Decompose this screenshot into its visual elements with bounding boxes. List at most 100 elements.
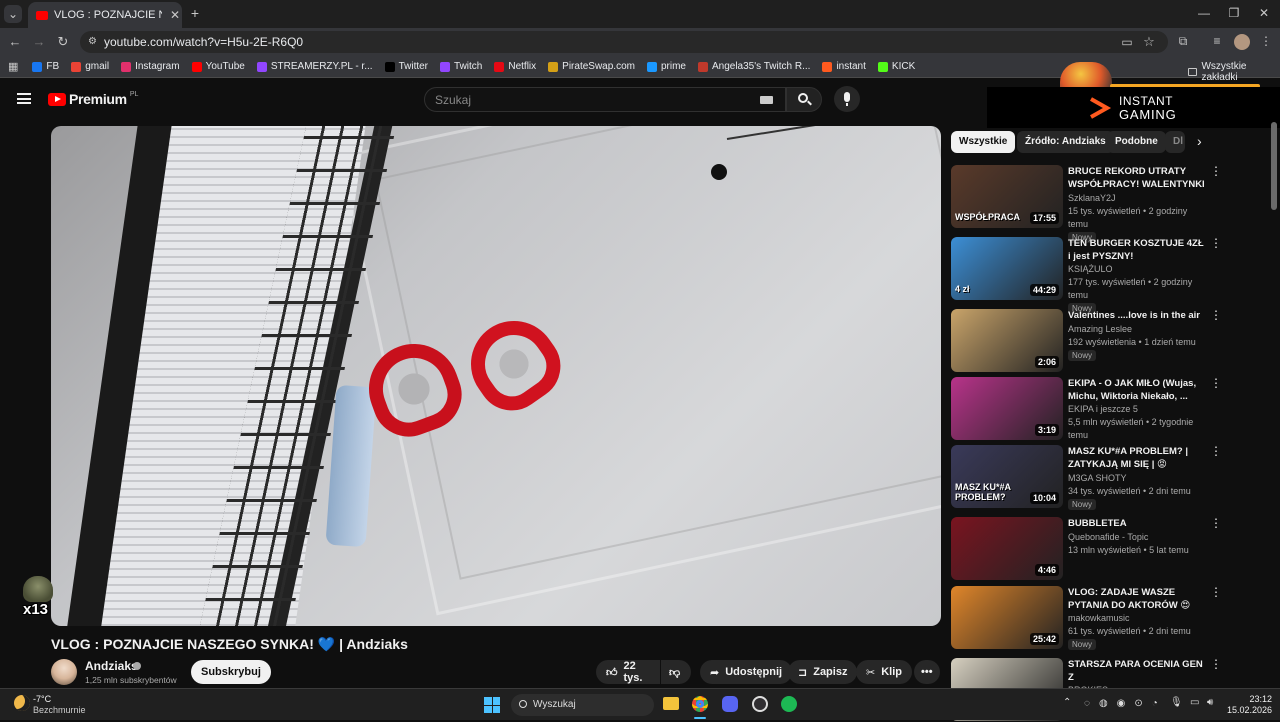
more-options-icon[interactable]: ⋮ — [1210, 165, 1222, 177]
video-title-link[interactable]: EKIPA - O JAK MIŁO (Wujas, Michu, Wiktor… — [1068, 378, 1208, 403]
reading-list-icon[interactable]: ≡ — [1210, 34, 1224, 48]
minimize-button[interactable]: — — [1196, 6, 1212, 20]
subscribe-button[interactable]: Subskrybuj — [191, 660, 271, 684]
spotify-icon[interactable] — [781, 696, 797, 712]
video-thumbnail[interactable]: MASZ KU*#A PROBLEM? 10:04 — [951, 445, 1063, 508]
share-button[interactable]: ➦ Udostępnij — [700, 660, 793, 684]
bookmark-item[interactable]: instant — [822, 61, 866, 72]
video-title-link[interactable]: BRUCE REKORD UTRATY WSPÓŁPRACY! WALENTYN… — [1068, 166, 1208, 192]
video-thumbnail[interactable]: 3:19 — [951, 377, 1063, 440]
channel-name[interactable]: M3GA SHOTY — [1068, 472, 1208, 485]
more-options-icon[interactable]: ⋮ — [1210, 658, 1222, 670]
video-thumbnail[interactable]: 4:46 — [951, 517, 1063, 580]
recommended-video[interactable]: 2:06 Valentines ....love is in the air Ama… — [951, 309, 1222, 373]
discord-icon[interactable] — [722, 696, 738, 712]
bookmark-item[interactable]: PirateSwap.com — [548, 61, 635, 72]
reload-icon[interactable]: ↻ — [56, 34, 70, 50]
channel-name[interactable]: Amazing Leslee — [1068, 323, 1208, 336]
video-title-link[interactable]: STARSZA PARA OCENIA GEN Z — [1068, 659, 1208, 684]
bookmark-item[interactable]: Twitch — [440, 61, 482, 72]
youtube-logo[interactable]: Premium PL — [48, 91, 138, 107]
channel-avatar[interactable] — [51, 659, 77, 685]
tab-search-button[interactable]: ⌄ — [4, 5, 22, 23]
more-options-icon[interactable]: ⋮ — [1210, 377, 1222, 389]
chip-more[interactable]: Dl — [1165, 131, 1185, 153]
clock-time[interactable]: 23:12 — [1232, 694, 1272, 704]
bookmark-item[interactable]: KICK — [877, 61, 915, 72]
video-title-link[interactable]: MASZ KU*#A PROBLEM? | ZATYKAJĄ MI SIĘ | … — [1068, 446, 1208, 472]
chip-source[interactable]: Źródło: Andziaks — [1017, 131, 1114, 153]
bookmark-item[interactable]: YouTube — [191, 61, 245, 72]
more-options-icon[interactable]: ⋮ — [1210, 517, 1222, 529]
channel-name[interactable]: Quebonafide - Topic — [1068, 531, 1208, 544]
video-thumbnail[interactable]: 2:06 — [951, 309, 1063, 372]
bookmark-item[interactable]: FB — [32, 61, 59, 72]
more-options-icon[interactable]: ⋮ — [1210, 309, 1222, 321]
bookmark-item[interactable]: Twitter — [384, 61, 428, 72]
forward-arrow-icon[interactable]: → — [32, 34, 46, 49]
channel-name[interactable]: Andziaks — [85, 659, 138, 673]
recommended-video[interactable]: 25:42 VLOG: ZADAJE WASZE PYTANIA DO AKTOR… — [951, 586, 1222, 650]
like-button[interactable]: 👍︎ 22 tys. — [596, 660, 660, 684]
more-actions-button[interactable]: ••• — [914, 660, 940, 684]
keyboard-icon[interactable] — [760, 96, 773, 104]
video-title-link[interactable]: BUBBLETEA — [1068, 518, 1208, 531]
save-button[interactable]: ⊐ Zapisz — [788, 660, 858, 684]
new-tab-button[interactable]: + — [188, 6, 202, 20]
obs-icon[interactable] — [752, 696, 768, 712]
video-thumbnail[interactable]: 4 zł 44:29 — [951, 237, 1063, 300]
channel-name[interactable]: makowkamusic — [1068, 612, 1208, 625]
page-scrollbar[interactable] — [1271, 122, 1277, 210]
voice-search-button[interactable] — [834, 86, 860, 112]
video-title-link[interactable]: VLOG: ZADAJE WASZE PYTANIA DO AKTORÓW 😍 — [1068, 587, 1208, 612]
bookmark-item[interactable]: STREAMERZY.PL - r... — [256, 61, 373, 72]
tab-close-icon[interactable]: ✕ — [168, 8, 182, 22]
taskbar-search[interactable]: Wyszukaj — [511, 694, 654, 716]
chip-all[interactable]: Wszystkie — [951, 131, 1016, 153]
bookmark-item[interactable]: Instagram — [121, 61, 180, 72]
tray-mic-icon[interactable]: 🎙︎ — [1170, 697, 1183, 708]
video-title-link[interactable]: Valentines ....love is in the air — [1068, 310, 1208, 323]
cast-icon[interactable]: ▭ — [1120, 35, 1134, 49]
chrome-icon[interactable] — [692, 696, 708, 712]
browser-tab-active[interactable]: VLOG : POZNAJCIE NASZEGO S ✕ — [28, 2, 182, 28]
back-arrow-icon[interactable]: ← — [8, 34, 22, 49]
more-options-icon[interactable]: ⋮ — [1210, 237, 1222, 249]
apps-grid-icon[interactable]: ▦ — [8, 60, 18, 73]
recommended-video[interactable]: 4 zł 44:29 TEN BURGER KOSZTUJE 4ZŁ i jest … — [951, 237, 1222, 314]
channel-name[interactable]: SzklanaY2J — [1068, 192, 1208, 205]
site-info-icon[interactable]: ⚙ — [88, 36, 97, 47]
video-thumbnail[interactable]: WSPÓŁPRACA 17:55 — [951, 165, 1063, 228]
bookmark-star-icon[interactable]: ☆ — [1142, 34, 1156, 50]
recommended-video[interactable]: 3:19 EKIPA - O JAK MIŁO (Wujas, Michu, Wi… — [951, 377, 1222, 441]
recommended-video[interactable]: 4:46 BUBBLETEA Quebonafide - Topic 13 mln w… — [951, 517, 1222, 581]
tray-volume-icon[interactable]: 🔊︎ — [1207, 697, 1213, 708]
more-options-icon[interactable]: ⋮ — [1210, 586, 1222, 598]
restore-button[interactable]: ❐ — [1226, 6, 1242, 20]
search-input[interactable]: Szukaj — [424, 87, 786, 112]
clock-date[interactable]: 15.02.2026 — [1222, 705, 1272, 715]
video-title-link[interactable]: TEN BURGER KOSZTUJE 4ZŁ i jest PYSZNY! — [1068, 238, 1208, 263]
address-bar[interactable]: ⚙ youtube.com/watch?v=H5u-2E-R6Q0 — [80, 31, 1168, 53]
dislike-button[interactable]: 👎︎ — [661, 660, 691, 684]
weather-moon-icon[interactable] — [14, 695, 30, 711]
windows-start-icon[interactable] — [484, 697, 500, 713]
profile-avatar[interactable] — [1234, 34, 1250, 50]
search-button[interactable] — [786, 87, 822, 112]
video-player[interactable] — [51, 126, 941, 626]
video-thumbnail[interactable]: 25:42 — [951, 586, 1063, 649]
channel-name[interactable]: EKIPA i jeszcze 5 — [1068, 403, 1208, 416]
bookmark-item[interactable]: Netflix — [494, 61, 536, 72]
tray-icons[interactable]: ◌◍◉⊙◔ — [1084, 698, 1167, 709]
browser-menu-icon[interactable]: ⋮ — [1260, 34, 1272, 48]
tray-chevron-icon[interactable]: ⌃ — [1063, 697, 1071, 708]
more-options-icon[interactable]: ⋮ — [1210, 445, 1222, 457]
channel-name[interactable]: KSIĄŻULO — [1068, 263, 1208, 276]
file-explorer-icon[interactable] — [663, 697, 679, 710]
extensions-icon[interactable]: ⧉ — [1176, 34, 1190, 49]
tray-network-icon[interactable]: ▭ — [1190, 697, 1199, 708]
recommended-video[interactable]: WSPÓŁPRACA 17:55 BRUCE REKORD UTRATY WSPÓŁ… — [951, 165, 1222, 243]
chip-similar[interactable]: Podobne — [1107, 131, 1166, 153]
recommended-video[interactable]: MASZ KU*#A PROBLEM? 10:04 MASZ KU*#A PROBL… — [951, 445, 1222, 510]
bookmark-item[interactable]: gmail — [71, 61, 109, 72]
